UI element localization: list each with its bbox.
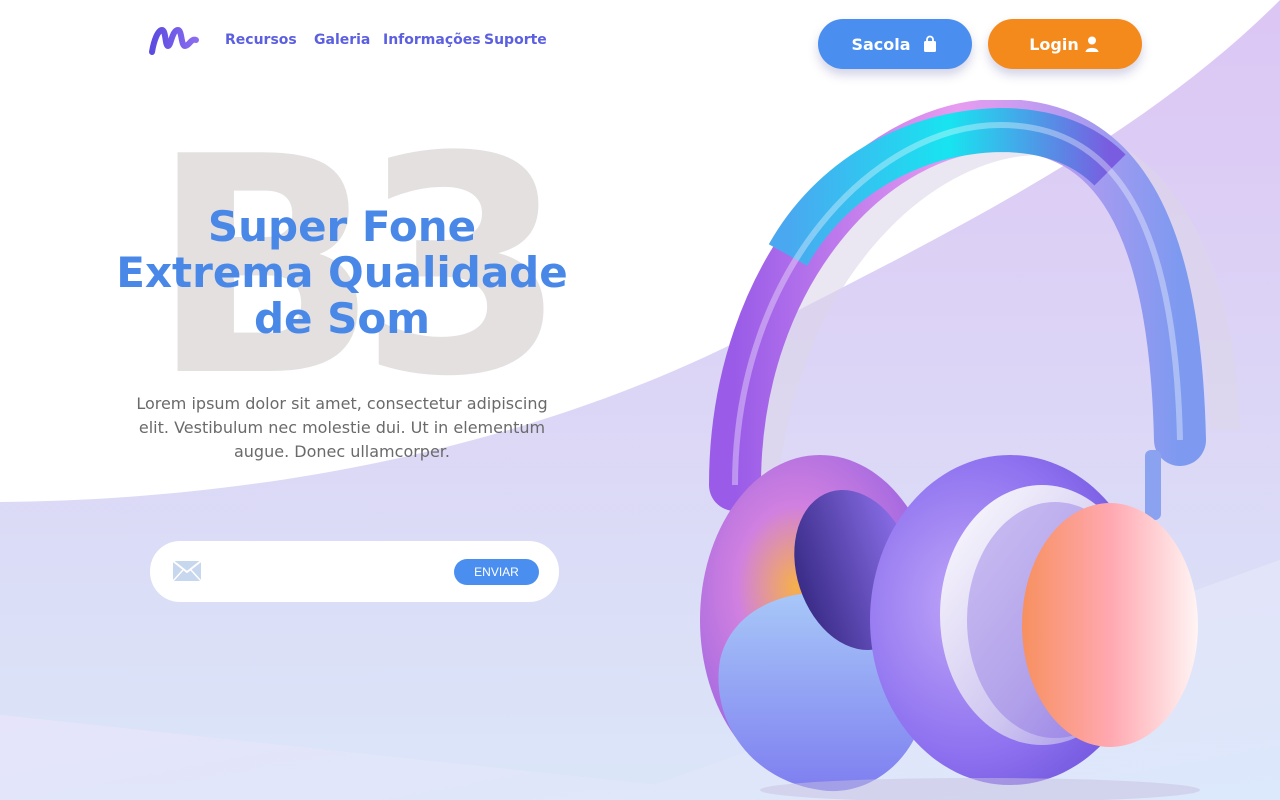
bag-button-label: Sacola bbox=[851, 34, 911, 54]
nav-link-galeria[interactable]: Galeria bbox=[314, 32, 370, 48]
nav-link-suporte[interactable]: Suporte bbox=[484, 32, 547, 48]
headline-line-2: Extrema Qualidade bbox=[116, 248, 568, 297]
mail-icon bbox=[172, 560, 202, 582]
shopping-bag-icon bbox=[923, 35, 936, 52]
login-button-label: Login bbox=[1029, 34, 1079, 54]
headphones-illustration bbox=[700, 100, 1240, 800]
hero-description: Lorem ipsum dolor sit amet, consectetur … bbox=[136, 394, 548, 461]
hero-headline: Super Fone Extrema Qualidade de Som bbox=[100, 204, 584, 342]
newsletter-form: ENVIAR bbox=[150, 541, 559, 602]
headline-line-1: Super Fone bbox=[207, 202, 477, 251]
user-icon bbox=[1085, 36, 1099, 52]
bag-button[interactable]: Sacola bbox=[818, 19, 972, 69]
nav-link-recursos[interactable]: Recursos bbox=[225, 32, 297, 48]
brand-logo[interactable] bbox=[148, 22, 200, 58]
headline-line-3: de Som bbox=[253, 294, 431, 343]
email-input[interactable] bbox=[216, 557, 436, 587]
send-button[interactable]: ENVIAR bbox=[454, 559, 539, 585]
nav-link-informacoes[interactable]: Informações bbox=[383, 32, 481, 48]
login-button[interactable]: Login bbox=[988, 19, 1142, 69]
